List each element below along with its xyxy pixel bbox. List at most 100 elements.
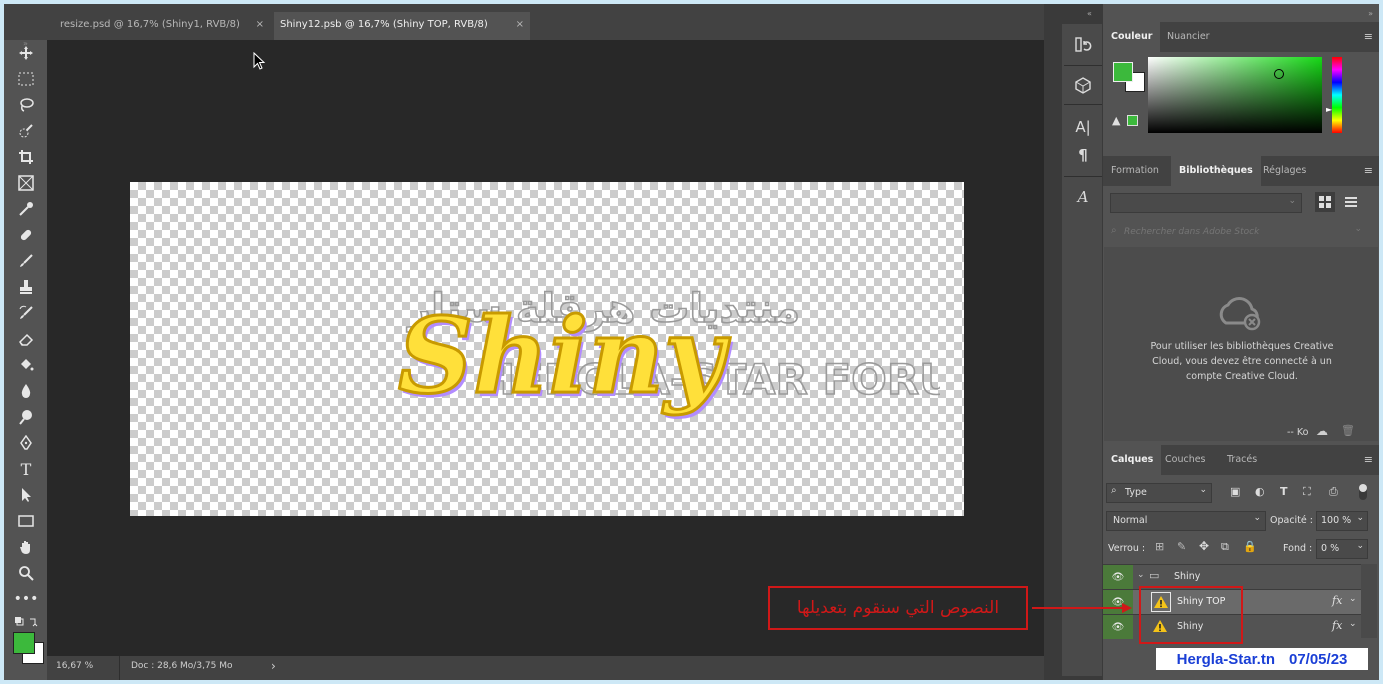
annotation-text: النصوص التي سنقوم بتعديلها [796, 598, 1000, 618]
panel-menu-icon[interactable]: ≡ [1364, 22, 1373, 52]
tab-label: Shiny12.psb @ 16,7% (Shiny TOP, RVB/8) [280, 19, 488, 30]
filter-smart-object-icon[interactable]: ⎙ [1329, 485, 1338, 499]
zoom-tool-icon[interactable] [14, 562, 38, 584]
filter-type-icon[interactable]: T [1280, 485, 1288, 498]
clone-stamp-icon[interactable] [14, 276, 38, 298]
frame-tool-icon[interactable] [14, 172, 38, 194]
tab-bibliotheques[interactable]: Bibliothèques [1171, 156, 1261, 186]
move-tool-icon[interactable] [14, 42, 38, 64]
chevron-down-icon[interactable]: ⌄ [1354, 224, 1362, 234]
swap-colors-icon[interactable] [14, 616, 38, 628]
panel-menu-icon[interactable]: ≡ [1364, 445, 1373, 475]
fx-icon[interactable]: fx [1332, 619, 1342, 632]
blend-mode-value: Normal [1113, 515, 1148, 526]
type-tool-icon[interactable]: T [14, 458, 38, 480]
lock-all-icon[interactable]: 🔒 [1243, 540, 1257, 553]
foreground-color-chip[interactable] [1113, 62, 1133, 82]
healing-brush-icon[interactable] [14, 224, 38, 246]
layers-scrollbar[interactable] [1361, 564, 1377, 638]
rectangle-tool-icon[interactable] [14, 510, 38, 532]
collapse-right-icon[interactable]: » [1368, 9, 1373, 18]
filter-shape-icon[interactable]: ⛶ [1303, 485, 1311, 499]
tab-formation[interactable]: Formation [1103, 156, 1167, 186]
chevron-down-icon[interactable]: ⌄ [1349, 594, 1357, 604]
visibility-eye-icon[interactable]: 👁 [1103, 565, 1133, 589]
divider [1064, 65, 1102, 66]
history-brush-icon[interactable] [14, 302, 38, 324]
blend-mode-dropdown[interactable]: Normal ⌄ [1106, 511, 1266, 531]
lock-image-icon[interactable]: ✎ [1177, 540, 1186, 553]
hand-tool-icon[interactable] [14, 536, 38, 558]
eraser-icon[interactable] [14, 328, 38, 350]
library-login-message: Pour utiliser les bibliothèques Creative… [1150, 341, 1334, 382]
list-view-button[interactable] [1341, 192, 1361, 212]
layer-filter-dropdown[interactable]: ⌕ Type ⌄ [1106, 483, 1212, 503]
tab-reglages[interactable]: Réglages [1255, 156, 1314, 186]
status-menu-arrow[interactable]: › [271, 659, 276, 673]
hue-slider-handle[interactable]: ► [1326, 105, 1332, 114]
brush-tool-icon[interactable] [14, 250, 38, 272]
hue-slider[interactable] [1332, 57, 1342, 133]
search-icon: ⌕ [1111, 485, 1117, 496]
fill-field[interactable]: 0 % ⌄ [1316, 539, 1368, 559]
close-icon[interactable]: × [516, 12, 524, 38]
lock-position-icon[interactable]: ✥ [1199, 539, 1209, 553]
chevron-down-icon: ⌄ [1199, 485, 1207, 495]
foreground-color-swatch[interactable] [13, 632, 35, 654]
library-dropdown[interactable]: ⌄ [1110, 193, 1302, 213]
gamut-swatch[interactable] [1127, 115, 1138, 126]
tab-nuancier[interactable]: Nuancier [1159, 22, 1218, 52]
character-panel-icon[interactable]: A| [1072, 116, 1094, 138]
pen-tool-icon[interactable] [14, 432, 38, 454]
path-select-icon[interactable] [14, 484, 38, 506]
dodge-tool-icon[interactable] [14, 406, 38, 428]
blur-drop-icon[interactable] [14, 380, 38, 402]
chevron-down-icon: ⌄ [1253, 513, 1261, 523]
lock-transparency-icon[interactable]: ⊞ [1155, 540, 1164, 553]
trash-icon[interactable]: 🗑 [1341, 424, 1355, 437]
library-size: -- Ko [1287, 427, 1309, 438]
tab-shiny12-psb[interactable]: Shiny12.psb @ 16,7% (Shiny TOP, RVB/8) × [274, 12, 530, 40]
opacity-value: 100 % [1321, 515, 1352, 526]
status-bar: 16,67 % Doc : 28,6 Mo/3,75 Mo › [47, 656, 1044, 680]
crop-tool-icon[interactable] [14, 146, 38, 168]
chevron-down-icon[interactable]: ⌄ [1349, 619, 1357, 629]
lock-artboard-icon[interactable]: ⧉ [1221, 540, 1229, 554]
grid-view-button[interactable] [1315, 192, 1335, 212]
cloud-sync-icon[interactable]: ☁ [1316, 424, 1328, 438]
3d-panel-icon[interactable] [1072, 74, 1094, 96]
tab-couleur[interactable]: Couleur [1103, 22, 1161, 52]
quick-select-icon[interactable] [14, 120, 38, 142]
stock-search-field[interactable]: ⌕ ⌄ [1110, 223, 1365, 241]
eyedropper-icon[interactable] [14, 198, 38, 220]
paragraph-panel-icon[interactable]: ¶ [1072, 144, 1094, 166]
fx-icon[interactable]: fx [1332, 594, 1342, 607]
library-content-area: Pour utiliser les bibliothèques Creative… [1104, 247, 1378, 441]
tab-calques[interactable]: Calques [1103, 445, 1162, 475]
close-icon[interactable]: × [256, 12, 264, 38]
history-panel-icon[interactable] [1072, 34, 1094, 56]
tab-couches[interactable]: Couches [1157, 445, 1214, 475]
color-field[interactable] [1148, 57, 1322, 133]
collapse-left-icon[interactable]: « [1087, 9, 1092, 18]
color-picker-ring[interactable] [1274, 69, 1284, 79]
tab-traces[interactable]: Tracés [1219, 445, 1265, 475]
search-input[interactable] [1122, 223, 1351, 241]
chevron-down-icon: ⌄ [1288, 196, 1296, 206]
visibility-eye-icon[interactable]: 👁 [1103, 615, 1133, 639]
chevron-down-icon[interactable]: ⌄ [1137, 570, 1145, 580]
filter-pixel-icon[interactable]: ▣ [1230, 485, 1240, 498]
filter-adjustment-icon[interactable]: ◐ [1255, 485, 1265, 498]
glyphs-panel-icon[interactable]: A [1072, 186, 1094, 208]
filter-toggle[interactable] [1359, 484, 1367, 500]
marquee-tool-icon[interactable] [14, 68, 38, 90]
more-tools-icon[interactable]: ••• [14, 588, 39, 610]
panel-menu-icon[interactable]: ≡ [1364, 156, 1373, 186]
lasso-tool-icon[interactable] [14, 94, 38, 116]
mouse-cursor-icon [253, 52, 266, 70]
paint-bucket-icon[interactable] [14, 354, 38, 376]
tab-resize-psd[interactable]: resize.psd @ 16,7% (Shiny1, RVB/8) × [54, 12, 270, 40]
zoom-level[interactable]: 16,67 % [56, 661, 93, 671]
folder-icon: ▭ [1149, 569, 1160, 582]
opacity-field[interactable]: 100 % ⌄ [1316, 511, 1368, 531]
